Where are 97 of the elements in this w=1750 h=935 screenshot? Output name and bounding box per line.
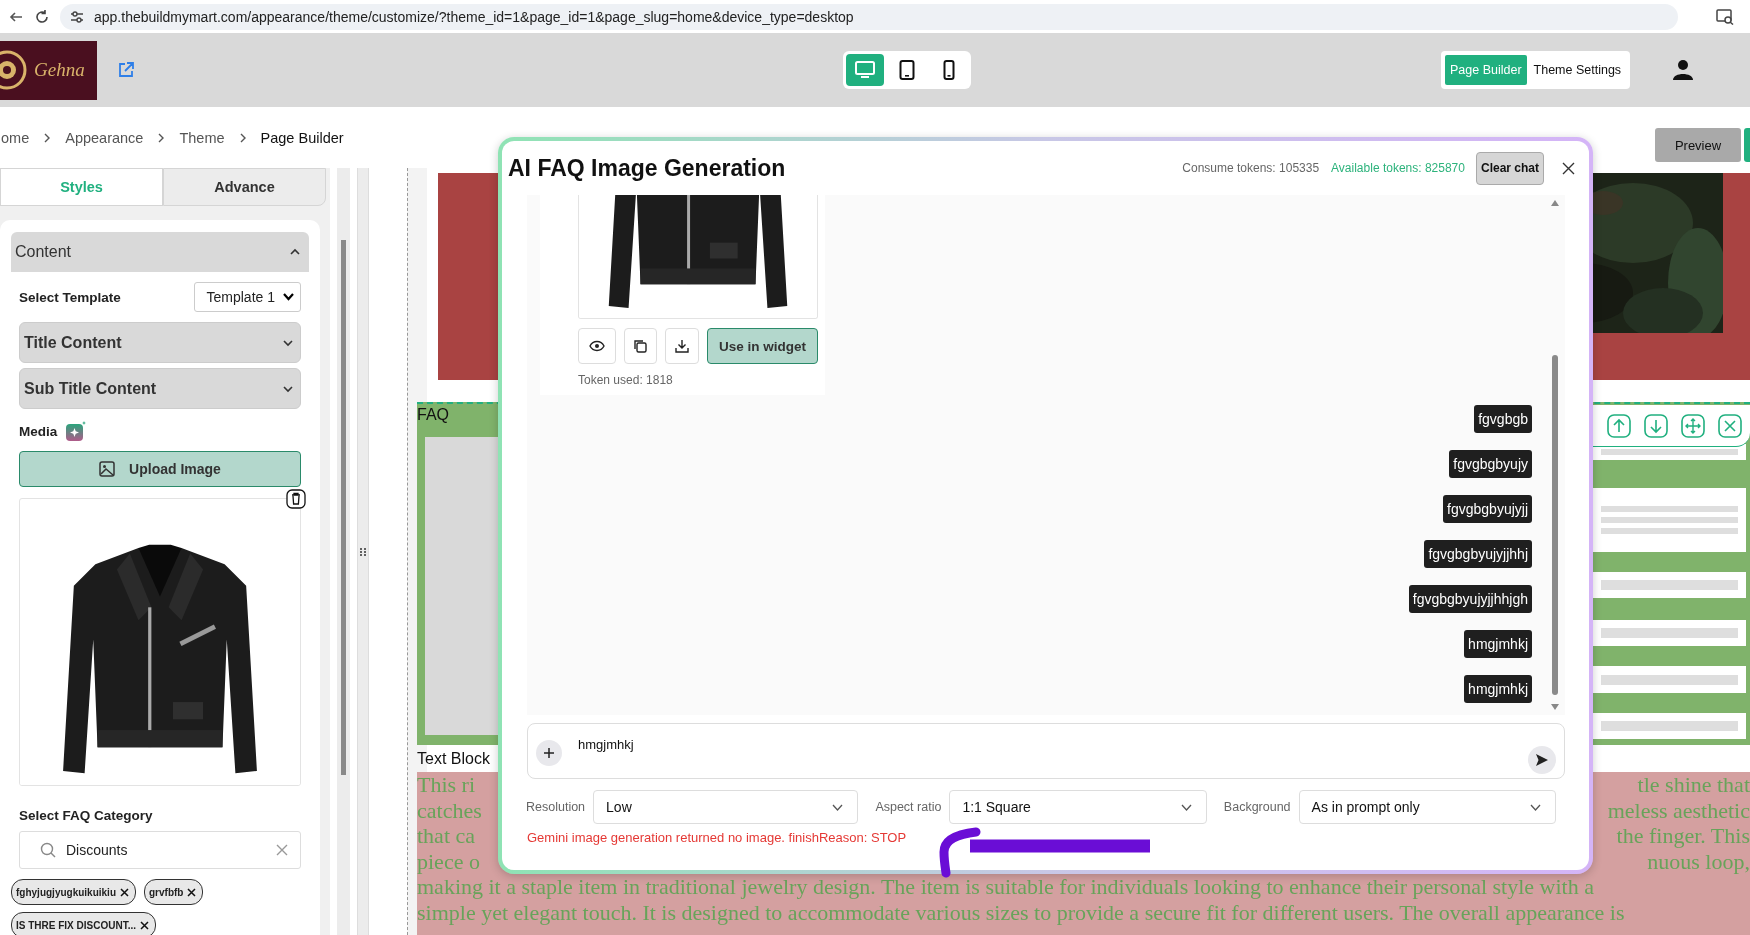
paragraph-line: making it a staple item in traditional jewelry design. The item is suitable for individuals looking to enhance their personal style with a xyxy=(417,874,1594,900)
send-button[interactable] xyxy=(1528,746,1556,774)
breadcrumb-link[interactable]: ome xyxy=(1,129,30,146)
delete-icon[interactable] xyxy=(286,489,306,509)
field-label: Aspect ratio xyxy=(875,800,942,814)
message-composer[interactable]: hmgjmhkj xyxy=(527,723,1565,779)
reload-icon[interactable] xyxy=(34,8,50,25)
dropdown[interactable]: Low xyxy=(593,790,859,824)
prompt-field[interactable]: hmgjmhkj xyxy=(578,734,1528,754)
image-icon xyxy=(99,461,116,477)
monitor-icon xyxy=(855,61,875,79)
search-field[interactable]: Discounts xyxy=(19,831,301,869)
paragraph-line: catches xyxy=(417,797,482,823)
chevron-down-icon xyxy=(1180,803,1192,811)
url-text: app.thebuildmymart.com/appearance/theme/customize/?theme_id=1&page_id=1&page_slug=home&device_type=desktop xyxy=(94,8,854,25)
paragraph-line: meless aesthetic xyxy=(1607,797,1750,823)
dropdown[interactable]: 1:1 Square xyxy=(949,790,1207,824)
chat-message: fgvgbgbyujyjjhhj xyxy=(1424,540,1532,568)
send-icon xyxy=(1535,753,1549,767)
chat-message: fgvgbgbyujyjjhhjgh xyxy=(1408,585,1532,613)
tablet-icon xyxy=(899,60,915,80)
ai-sparkle-icon[interactable] xyxy=(65,420,88,442)
remove-icon[interactable] xyxy=(187,887,197,897)
clear-chat-button[interactable]: Clear chat xyxy=(1475,151,1544,185)
view-button[interactable] xyxy=(578,328,616,364)
chevron-down-icon xyxy=(1530,803,1541,811)
chat-message: fgvgbgbyujyjj xyxy=(1443,495,1532,523)
dialog-title: AI FAQ Image Generation xyxy=(508,154,787,182)
logo[interactable]: Gehna xyxy=(0,40,97,100)
scroll-up-icon[interactable] xyxy=(1550,199,1560,207)
category-tag[interactable]: grvfbfb xyxy=(144,879,204,905)
chevron-right-icon xyxy=(238,131,247,144)
chat-message: fgvgbgb xyxy=(1474,405,1532,433)
paragraph-line: tle shine that xyxy=(1637,772,1750,798)
user-icon[interactable] xyxy=(1672,59,1695,81)
close-icon[interactable] xyxy=(1562,161,1575,175)
chevron-right-icon xyxy=(157,131,166,144)
field-label: Select Template xyxy=(19,289,121,305)
chat-message: hmgjmhkj xyxy=(1464,675,1532,703)
paragraph-line: simple yet elegant touch. It is designed to accommodate various sizes to provide a secure fit for different users. The overall appearance is xyxy=(417,899,1625,925)
move-up-icon[interactable] xyxy=(1607,413,1631,438)
phone-icon xyxy=(943,60,955,80)
section-header[interactable]: Content xyxy=(11,232,309,272)
upload-image-button[interactable]: Upload Image xyxy=(19,451,301,487)
remove-icon[interactable] xyxy=(120,887,129,897)
paragraph-line: This ri xyxy=(417,772,476,798)
drag-handle-icon[interactable] xyxy=(359,545,367,558)
field-label: Select FAQ Category xyxy=(19,808,154,823)
paragraph-line: that ca xyxy=(417,823,476,849)
clear-icon[interactable] xyxy=(276,844,288,856)
scroll-down-icon[interactable] xyxy=(1550,703,1560,711)
template-select[interactable]: Template 1 xyxy=(193,282,301,312)
move-icon[interactable] xyxy=(1681,413,1705,438)
copy-button[interactable] xyxy=(623,328,658,364)
breadcrumb-link[interactable]: Page Builder xyxy=(260,129,344,146)
use-in-widget-button[interactable]: Use in widget xyxy=(707,328,818,364)
move-down-icon[interactable] xyxy=(1644,413,1668,438)
remove-icon[interactable] xyxy=(140,920,149,930)
scrollbar-thumb[interactable] xyxy=(1552,355,1558,695)
collapsible-section[interactable]: Title Content xyxy=(19,322,301,363)
paragraph-line: piece o xyxy=(417,848,480,874)
plus-icon xyxy=(543,747,555,759)
dropdown[interactable]: As in prompt only xyxy=(1298,790,1556,824)
address-bar[interactable]: app.thebuildmymart.com/appearance/theme/customize/?theme_id=1&page_id=1&page_slug=home&device_type=desktop xyxy=(60,3,1678,30)
download-icon xyxy=(675,339,690,353)
site-settings-icon[interactable] xyxy=(70,9,84,24)
scrollbar-thumb[interactable] xyxy=(341,240,346,775)
token-count: Available tokens: 825870 xyxy=(1331,161,1465,175)
chevron-down-icon xyxy=(832,803,844,811)
paragraph-line: nuous loop, xyxy=(1647,848,1750,874)
chat-message: hmgjmhkj xyxy=(1464,630,1532,658)
download-button[interactable] xyxy=(665,328,699,364)
category-tag[interactable]: fghyjugjyugkuikuikiu xyxy=(11,879,136,905)
error-message: Gemini image generation returned no image. finishReason: STOP xyxy=(527,830,908,845)
panel-tab[interactable]: Advance xyxy=(163,168,326,206)
chat-message: fgvgbgbyujy xyxy=(1449,450,1532,478)
category-tag[interactable]: IS THRE FIX DISCOUNT... xyxy=(11,912,156,935)
copy-icon xyxy=(633,339,648,353)
section-label: Text Block xyxy=(417,749,490,768)
token-count: Consume tokens: 105335 xyxy=(1182,161,1320,175)
section-label: FAQ xyxy=(417,406,449,424)
field-label: Resolution xyxy=(526,800,586,814)
search-icon[interactable] xyxy=(1716,8,1734,25)
add-button[interactable] xyxy=(536,740,562,766)
breadcrumb-link[interactable]: Theme xyxy=(179,129,225,146)
field-label: Media xyxy=(19,423,58,439)
token-count: Token used: 1818 xyxy=(578,373,674,387)
breadcrumb-link[interactable]: Appearance xyxy=(65,129,144,146)
chevron-down-icon xyxy=(283,293,294,301)
preview-button[interactable]: Preview xyxy=(1655,128,1741,162)
external-link-icon[interactable] xyxy=(117,61,135,79)
eye-icon xyxy=(588,340,605,352)
paragraph-line: the finger. This xyxy=(1616,823,1750,849)
search-icon xyxy=(40,842,56,858)
collapsible-section[interactable]: Sub Title Content xyxy=(19,368,301,409)
field-label: Background xyxy=(1223,800,1291,814)
chevron-right-icon xyxy=(43,131,52,144)
